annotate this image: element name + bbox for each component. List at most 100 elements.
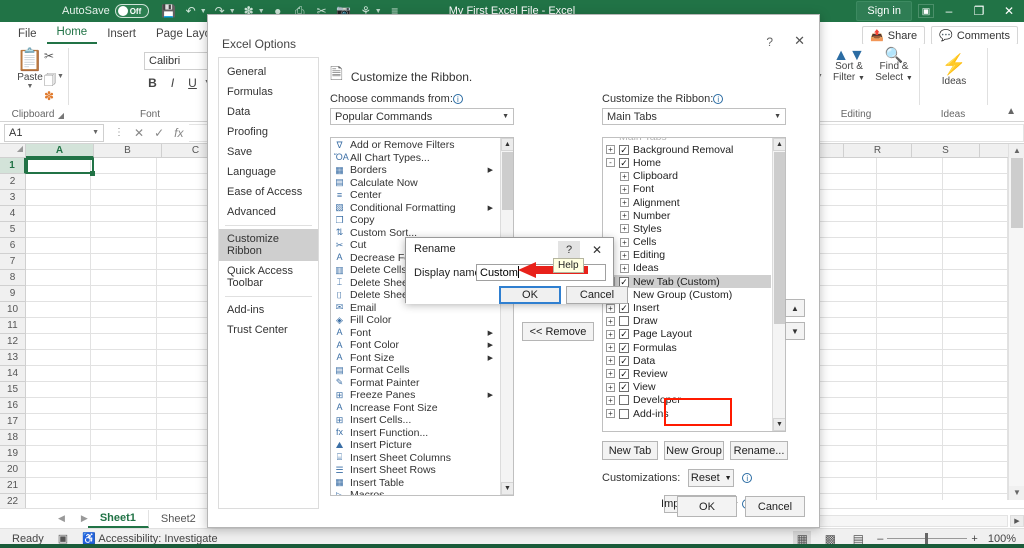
grid-cell[interactable] [877, 270, 943, 286]
grid-cell[interactable] [811, 334, 878, 350]
vertical-scrollbar[interactable]: ▲ ▼ [1008, 144, 1024, 500]
grid-cell[interactable] [91, 462, 157, 478]
grid-cell[interactable] [26, 350, 92, 366]
grid-cell[interactable] [877, 398, 943, 414]
italic-button[interactable]: I [164, 74, 181, 91]
expand-icon[interactable]: + [620, 211, 629, 221]
grid-cell[interactable] [877, 430, 943, 446]
grid-cell[interactable] [877, 494, 943, 500]
grid-cell[interactable] [26, 302, 92, 318]
command-item[interactable]: ☰ Insert Sheet Rows [331, 464, 499, 477]
sheet-tab-sheet1[interactable]: Sheet1 [87, 509, 149, 528]
grid-cell[interactable] [811, 286, 878, 302]
confirm-icon[interactable]: ✓ [154, 126, 164, 140]
grid-cell[interactable] [811, 398, 878, 414]
grid-cell[interactable] [942, 238, 1008, 254]
checkbox-checked[interactable]: ✓ [619, 144, 629, 155]
row-header-14[interactable]: 14 [0, 366, 26, 382]
scroll-up-icon[interactable]: ▲ [501, 138, 513, 151]
expand-icon[interactable]: + [620, 224, 629, 234]
row-header-10[interactable]: 10 [0, 302, 26, 318]
grid-cell[interactable] [811, 302, 878, 318]
grid-cell[interactable] [811, 158, 878, 174]
row-header-12[interactable]: 12 [0, 334, 26, 350]
grid-cell[interactable] [942, 430, 1008, 446]
grid-cell[interactable] [943, 494, 1008, 500]
grid-cell[interactable] [91, 238, 157, 254]
command-item[interactable]: ∇ Add or Remove Filters [331, 139, 499, 152]
options-category-add-ins[interactable]: Add-ins [219, 300, 318, 320]
row-header-19[interactable]: 19 [0, 446, 26, 462]
ribbon-tree-node[interactable]: + ✓ Page Layout [603, 328, 771, 341]
expand-icon[interactable]: + [620, 184, 629, 194]
grid-cell[interactable] [26, 206, 92, 222]
grid-cell[interactable] [811, 350, 878, 366]
ribbon-tree-node[interactable]: + Clipboard [603, 170, 771, 183]
grid-cell[interactable] [26, 382, 92, 398]
checkbox-unchecked[interactable] [619, 316, 629, 327]
cancel-icon[interactable]: ✕ [134, 126, 144, 140]
restore-icon[interactable]: ❐ [964, 0, 994, 22]
options-category-customize-ribbon[interactable]: Customize Ribbon [219, 229, 318, 261]
grid-cell[interactable] [942, 366, 1008, 382]
underline-button[interactable]: U [184, 74, 201, 91]
grid-cell[interactable] [942, 286, 1008, 302]
sign-in-button[interactable]: Sign in [856, 1, 912, 21]
options-category-data[interactable]: Data [219, 102, 318, 122]
comments-button[interactable]: 💬 Comments [931, 26, 1018, 45]
grid-cell[interactable] [26, 334, 92, 350]
grid-cell[interactable] [91, 494, 157, 500]
ribbon-tree-node[interactable]: + Cells [603, 236, 771, 249]
expand-icon[interactable]: + [606, 303, 615, 313]
row-header-4[interactable]: 4 [0, 206, 26, 222]
zoom-track[interactable] [887, 533, 968, 544]
checkbox-checked[interactable]: ✓ [619, 368, 629, 379]
active-cell-a1[interactable] [26, 158, 94, 174]
ribbon-tree-node[interactable]: + Editing [603, 249, 771, 262]
grid-cell[interactable] [877, 286, 943, 302]
grid-cell[interactable] [26, 430, 92, 446]
grid-cell[interactable] [91, 478, 157, 494]
zoom-level-label[interactable]: 100% [988, 533, 1016, 545]
row-header-13[interactable]: 13 [0, 350, 26, 366]
submenu-arrow-icon[interactable]: ▶ [488, 166, 493, 174]
ribbon-tree-node[interactable]: + Number [603, 209, 771, 222]
submenu-arrow-icon[interactable]: ▶ [488, 391, 493, 399]
save-icon[interactable]: 💾 [159, 2, 179, 20]
ribbon-tree-node[interactable]: + ✓ Data [603, 354, 771, 367]
move-up-button[interactable]: ▲ [785, 299, 805, 317]
column-header-a[interactable]: A [26, 144, 94, 158]
grid-cell[interactable] [811, 366, 878, 382]
grid-cell[interactable] [877, 366, 943, 382]
ribbon-tree-node[interactable]: -✓New Tab (Custom) [603, 275, 771, 289]
grid-cell[interactable] [26, 286, 92, 302]
ribbon-tree-node[interactable]: + Alignment [603, 196, 771, 209]
grid-cell[interactable] [26, 222, 92, 238]
grid-cell[interactable] [26, 270, 92, 286]
command-item[interactable]: ⛰ Insert Picture [331, 439, 499, 452]
grid-cell[interactable] [811, 382, 878, 398]
checkbox-checked[interactable]: ✓ [619, 329, 629, 340]
grid-cell[interactable] [942, 190, 1008, 206]
scroll-down-icon[interactable]: ▼ [773, 418, 785, 431]
grid-cell[interactable] [942, 350, 1008, 366]
scroll-down-icon[interactable]: ▼ [1009, 486, 1024, 500]
grid-cell[interactable] [811, 478, 878, 494]
ribbon-tree-node[interactable]: + Ideas [603, 262, 771, 275]
info-icon[interactable]: i [742, 473, 753, 483]
checkbox-checked[interactable]: ✓ [619, 355, 629, 366]
grid-cell[interactable] [942, 270, 1008, 286]
ribbon-tree-node[interactable]: + Styles [603, 222, 771, 235]
grid-cell[interactable] [942, 478, 1008, 494]
grid-cell[interactable] [91, 254, 157, 270]
grid-cell[interactable] [91, 350, 157, 366]
checkbox-checked[interactable]: ✓ [619, 303, 629, 314]
grid-cell[interactable] [877, 446, 943, 462]
info-icon[interactable]: i [713, 94, 724, 104]
grid-cell[interactable] [91, 206, 157, 222]
copy-dropdown-icon[interactable]: ▼ [57, 73, 64, 80]
grid-cell[interactable] [26, 462, 92, 478]
select-all-corner[interactable]: ◢ [0, 144, 26, 158]
expand-icon[interactable]: + [606, 343, 615, 353]
row-header-9[interactable]: 9 [0, 286, 26, 302]
